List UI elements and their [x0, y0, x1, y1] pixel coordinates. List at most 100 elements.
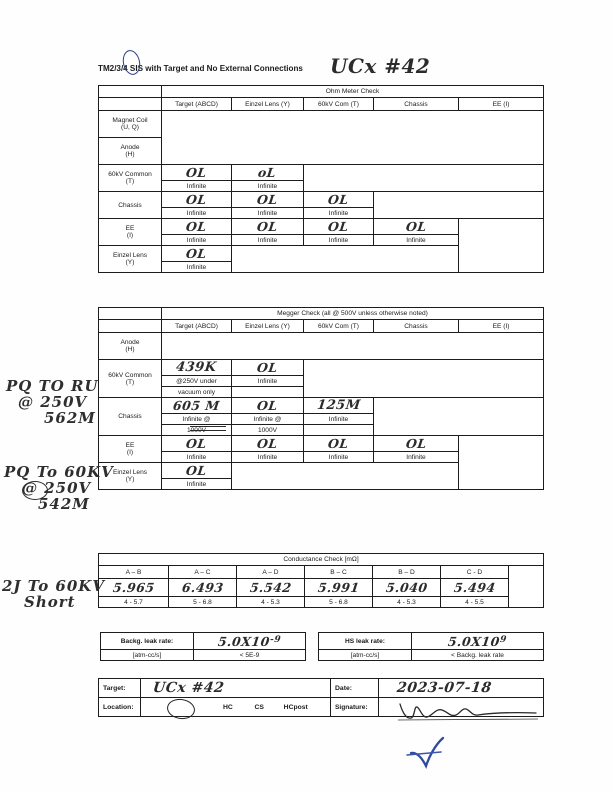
megger-masked-region-r3: [372, 397, 545, 436]
location-option-hcpost[interactable]: HCpost: [284, 704, 308, 711]
megger-col-60kv: 60kV Com (T): [303, 319, 374, 333]
label-line2: (H): [125, 151, 135, 158]
conductance-col-bc: B – C: [304, 565, 373, 579]
conductance-range: 4 - 5.7: [98, 596, 169, 608]
ohm-cell-note: Infinite: [161, 207, 232, 219]
signature-label: Signature:: [330, 697, 379, 717]
ohm-row-ee-label: EE (I): [98, 218, 162, 246]
label-line1: Einzel Lens: [112, 252, 148, 259]
megger-cell-note: Infinite: [231, 375, 304, 387]
margin-note-3: 2J To 60KV Short: [2, 578, 105, 612]
megger-cell-value: OL: [161, 462, 232, 479]
label-line2: (Y): [125, 259, 135, 266]
date-value: 2023-07-18: [378, 678, 544, 698]
megger-row-chassis-label: Chassis: [98, 397, 162, 436]
hs-leak-value: 5.0X109: [411, 632, 544, 650]
label-line2: (T): [125, 378, 135, 386]
title-handwritten-id: UCx #42: [330, 54, 431, 78]
conductance-value: 5.991: [304, 578, 373, 597]
megger-check-table: Megger Check (all @ 500V unless otherwis…: [98, 307, 545, 490]
megger-cell-note: Infinite @: [231, 413, 304, 425]
ohm-cell-note: Infinite: [373, 234, 459, 246]
ohm-cell-value: OL: [303, 218, 374, 235]
ohm-cell-note: Infinite: [303, 234, 374, 246]
megger-masked-region-r4: [457, 435, 545, 490]
megger-cell-note2: [303, 424, 374, 436]
ohm-cell-note: Infinite: [161, 234, 232, 246]
conductance-value: 6.493: [168, 578, 237, 597]
megger-cell-note: Infinite: [161, 478, 232, 490]
megger-col-chassis: Chassis: [373, 319, 459, 333]
ohm-col-chassis: Chassis: [373, 97, 459, 111]
backg-leak-spec: < 5E-9: [193, 649, 306, 661]
ohm-cell-value: OL: [231, 218, 304, 235]
ohm-cell-value: OL: [161, 245, 232, 262]
megger-cell-value: OL: [231, 435, 304, 452]
ohm-cell-note: Infinite: [231, 234, 304, 246]
megger-masked-region-r2: [302, 359, 545, 398]
megger-col-einzel: Einzel Lens (Y): [231, 319, 304, 333]
label-line1: Chassis: [118, 413, 142, 420]
spacer: [98, 85, 162, 98]
margin-note-line: Short: [24, 593, 76, 612]
ohm-cell-value: oL: [231, 164, 304, 181]
label-line2: (H): [125, 346, 135, 353]
conductance-value: 5.040: [372, 578, 441, 597]
margin-note-1: PQ TO RU @ 250V 562M: [6, 378, 99, 427]
ohm-cell-note: Infinite: [303, 207, 374, 219]
conductance-col-bd: B – D: [372, 565, 441, 579]
date-label: Date:: [330, 678, 379, 698]
margin-note-line: 562M: [44, 409, 96, 428]
label-line1: Anode: [120, 144, 140, 151]
strikethrough-mark: [190, 426, 226, 428]
backg-leak-label: Backg. leak rate:: [100, 632, 194, 650]
conductance-value: 5.542: [236, 578, 305, 597]
ohm-row-magnet-coil-label: Magnet Coil (U, Q): [98, 110, 162, 138]
location-option-cs[interactable]: CS: [255, 704, 264, 711]
megger-cell-note: Infinite @: [161, 413, 232, 425]
margin-note-line: @ 250V: [22, 479, 92, 498]
ohm-cell-value: OL: [231, 191, 304, 208]
label-line1: Anode: [120, 339, 140, 346]
megger-cell-note: @250V under: [161, 375, 232, 387]
megger-masked-region-upper: [160, 332, 545, 360]
spacer: [98, 307, 162, 320]
conductance-section-title: Conductance Check [mΩ]: [97, 553, 545, 566]
megger-col-ee: EE (I): [457, 319, 545, 333]
ohm-col-target: Target (ABCD): [161, 97, 232, 111]
megger-cell-value: OL: [373, 435, 459, 452]
strikethrough-mark: [190, 430, 226, 432]
spacer: [98, 319, 162, 333]
spacer: [98, 97, 162, 111]
label-line1: Chassis: [118, 201, 142, 209]
target-value: UCx #42: [140, 678, 331, 698]
conductance-range: 4 - 5.3: [236, 596, 305, 608]
conductance-col-ac: A – C: [168, 565, 237, 579]
conductance-masked-region: [507, 565, 545, 608]
backg-leak-units: [atm-cc/s]: [100, 649, 194, 661]
conductance-value: 5.494: [440, 578, 509, 597]
conductance-range: 5 - 6.8: [304, 596, 373, 608]
megger-cell-value-struck: 605 M: [161, 397, 232, 414]
ohm-cell-note: Infinite: [231, 180, 304, 192]
ohm-row-einzel-label: Einzel Lens (Y): [98, 245, 162, 273]
label-line2: (U, Q): [121, 124, 139, 131]
hs-leak-units: [atm-cc/s]: [318, 649, 412, 661]
ohm-masked-region-r4: [372, 191, 545, 219]
megger-masked-region-r5: [231, 462, 459, 490]
hs-leak-rate-table: HS leak rate: 5.0X109 [atm-cc/s] < Backg…: [318, 632, 544, 661]
conductance-col-ab: A – B: [98, 565, 169, 579]
location-option-hc[interactable]: HC: [223, 704, 233, 711]
label-line2: (I): [126, 449, 134, 456]
conductance-value: 5.965: [98, 578, 169, 597]
ohm-cell-value: OL: [303, 191, 374, 208]
ohm-masked-region-r3: [302, 164, 545, 192]
ohm-meter-check-table: Ohm Meter Check Target (ABCD) Einzel Len…: [98, 85, 545, 273]
megger-cell-value: OL: [161, 435, 232, 452]
target-label: Target:: [98, 678, 141, 698]
conductance-check-table: Conductance Check [mΩ] A – B A – C A – D…: [97, 553, 545, 608]
ohm-masked-region-upper: [160, 110, 545, 165]
megger-cell-note2: vacuum only: [161, 386, 232, 398]
ohm-row-anode-label: Anode (H): [98, 137, 162, 165]
ohm-cell-note: Infinite: [231, 207, 304, 219]
